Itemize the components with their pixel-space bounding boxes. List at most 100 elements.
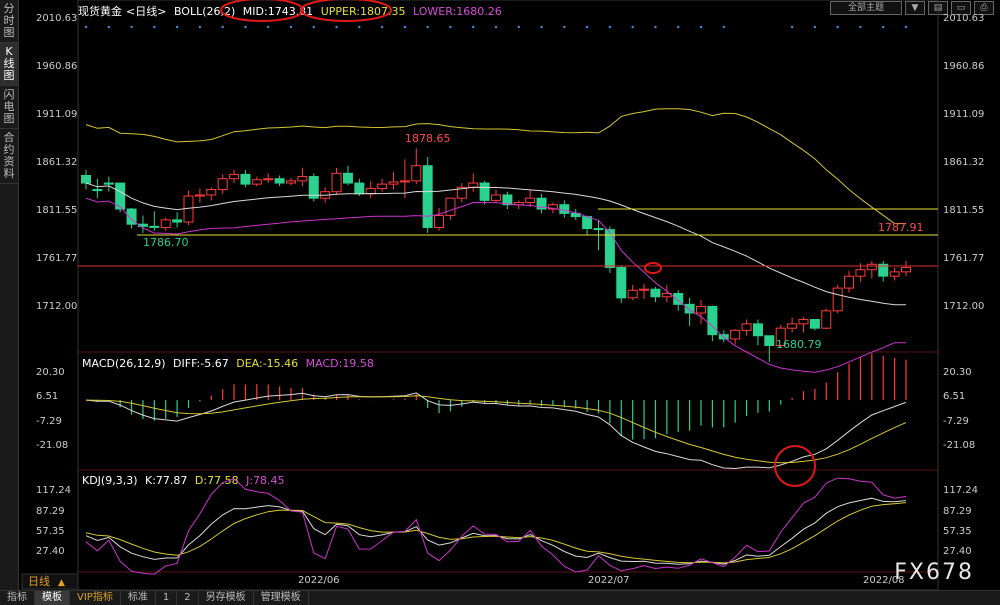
kdj-axis-label-r-0: 117.24 — [943, 485, 978, 496]
price-axis-label-r-5: 1761.77 — [943, 253, 985, 264]
candle-body — [650, 288, 661, 298]
period-triangle-icon[interactable]: ▲ — [58, 578, 65, 588]
signal-dot — [585, 25, 589, 29]
candle-body — [821, 310, 832, 329]
candle-body — [411, 165, 422, 182]
signal-dot — [84, 25, 88, 29]
candle-body — [206, 189, 217, 196]
signal-dot — [904, 25, 908, 29]
signal-dot — [654, 25, 657, 29]
signal-dot — [289, 25, 293, 29]
price-axis-label-r-2: 1911.09 — [943, 109, 985, 120]
price-axis-label-l-0: 2010.63 — [36, 13, 78, 24]
candle-body — [832, 287, 843, 312]
signal-dot — [312, 25, 315, 29]
kdj-axis-label-l-2: 57.35 — [36, 526, 65, 537]
candle-body — [342, 172, 353, 184]
signal-dot — [882, 25, 885, 29]
candle-body — [787, 323, 798, 329]
recent-high-annotation: 1787.91 — [878, 221, 924, 234]
candle-body — [354, 182, 365, 195]
signal-dot — [426, 25, 429, 29]
candle-body — [730, 329, 741, 340]
signal-dot — [153, 25, 156, 29]
bottom-tab-2[interactable]: VIP指标 — [70, 591, 121, 605]
kdj-axis-label-r-1: 87.29 — [943, 506, 972, 517]
candle-body — [752, 323, 763, 337]
date-label-jun: 2022/06 — [298, 575, 340, 586]
upper-highlight-oval — [300, 0, 392, 22]
kdj-axis-label-l-3: 27.40 — [36, 546, 65, 557]
bottom-tab-5[interactable]: 2 — [177, 591, 199, 605]
candle-body — [593, 228, 604, 231]
candle-body — [696, 306, 706, 314]
price-axis-label-l-4: 1811.55 — [36, 205, 78, 216]
candle-body — [889, 271, 900, 277]
macd-axis-label-l-0: 20.30 — [36, 367, 65, 378]
mid-highlight-oval — [220, 0, 304, 22]
candle-body — [297, 176, 308, 182]
candle-body — [229, 173, 240, 180]
candle-body — [434, 215, 445, 228]
macd-axis-label-l-3: -21.08 — [36, 440, 69, 451]
candle-body — [194, 194, 205, 197]
candle-body — [217, 178, 228, 191]
macd-axis-label-r-3: -21.08 — [943, 440, 976, 451]
candle-body — [263, 178, 274, 181]
candle-body — [286, 180, 296, 184]
period-button-label: 日线 — [28, 574, 50, 588]
signal-dot — [335, 25, 338, 29]
macd-axis-label-r-2: -7.29 — [943, 416, 969, 427]
candle-body — [103, 182, 114, 185]
candle-body — [707, 306, 718, 336]
candle-body — [422, 165, 433, 228]
signal-dot — [563, 25, 566, 29]
candle-body — [468, 182, 479, 188]
candle-body — [92, 189, 103, 192]
candle-body — [172, 219, 183, 223]
macd-axis-label-r-0: 20.30 — [943, 367, 972, 378]
watermark: FX678 — [894, 560, 974, 585]
signal-dot — [608, 25, 612, 29]
signal-dot — [472, 25, 475, 29]
low1-annotation: 1786.70 — [143, 236, 189, 249]
candle-body — [809, 319, 820, 329]
low2-annotation: 1680.79 — [776, 338, 822, 351]
bottom-tab-0[interactable]: 指标 — [0, 591, 35, 605]
macd-axis-label-l-2: -7.29 — [36, 416, 62, 427]
candle-body — [616, 267, 627, 299]
candle-body — [866, 263, 877, 271]
price-axis-label-r-0: 2010.63 — [943, 13, 985, 24]
date-label-jul: 2022/07 — [588, 575, 630, 586]
kdj-axis-label-l-1: 87.29 — [36, 506, 65, 517]
signal-dot — [813, 25, 817, 29]
macd-diff-line — [85, 392, 907, 470]
candle-body — [855, 269, 866, 277]
kdj-k-line — [85, 497, 907, 565]
chart-canvas[interactable]: 1878.65 1786.70 1680.79 1787.91 2022/06 … — [0, 0, 1000, 590]
kdj-axis-label-l-0: 117.24 — [36, 485, 71, 496]
candle-highlight-oval — [644, 262, 662, 274]
candle-body — [901, 267, 911, 273]
bottom-tab-1[interactable]: 模板 — [35, 591, 70, 605]
candle-body — [388, 181, 399, 185]
candle-body — [844, 275, 855, 289]
bottom-tab-4[interactable]: 1 — [156, 591, 178, 605]
signal-dot — [403, 25, 407, 29]
candle-body — [399, 180, 410, 183]
kdj-axis-label-r-3: 27.40 — [943, 546, 972, 557]
bottom-tab-7[interactable]: 管理模板 — [254, 591, 309, 605]
candle-body — [274, 178, 285, 184]
price-axis-label-r-6: 1712.00 — [943, 301, 985, 312]
bottom-tab-6[interactable]: 另存模板 — [199, 591, 254, 605]
macd-cross-oval — [774, 445, 816, 487]
signal-dot — [380, 25, 384, 29]
candle-body — [798, 319, 809, 325]
price-axis-label-r-4: 1811.55 — [943, 205, 985, 216]
bottom-tab-3[interactable]: 标准 — [121, 591, 156, 605]
signal-dot — [358, 25, 361, 29]
candle-body — [377, 183, 388, 189]
signal-dot — [267, 25, 270, 29]
candle-body — [81, 174, 91, 184]
candle-body — [525, 197, 536, 204]
